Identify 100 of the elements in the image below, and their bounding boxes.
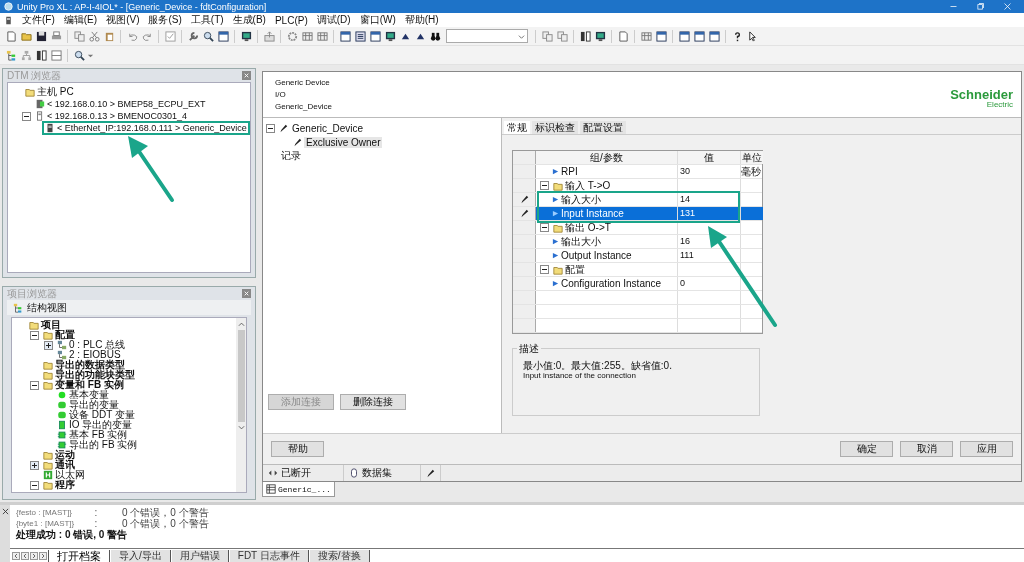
tree-item[interactable]: 项目: [41, 320, 61, 330]
value-cell[interactable]: 111: [678, 249, 741, 262]
tab[interactable]: 打开档案: [48, 549, 110, 562]
restore-icon[interactable]: [976, 2, 985, 11]
collapse-icon[interactable]: [540, 181, 549, 190]
nav-arrow-icon[interactable]: [21, 551, 29, 560]
rows-icon[interactable]: [50, 49, 62, 61]
dialog-button[interactable]: 确定: [840, 441, 893, 457]
table-row[interactable]: RPI 30 毫秒: [513, 165, 762, 179]
value-cell[interactable]: 131: [678, 207, 741, 220]
combo-field[interactable]: [446, 29, 528, 43]
tree-item[interactable]: 导出的 FB 实例: [69, 440, 138, 450]
monitor-icon[interactable]: [240, 30, 252, 42]
clipboard-icon[interactable]: [103, 30, 115, 42]
collapse-icon[interactable]: [540, 223, 549, 232]
table-row[interactable]: 输入 T->O: [513, 179, 762, 193]
tree-item[interactable]: 运动: [55, 450, 75, 460]
pointer-icon[interactable]: [746, 30, 758, 42]
collapse-icon[interactable]: [30, 380, 39, 390]
wrench-icon[interactable]: [187, 30, 199, 42]
tree-item[interactable]: 0 : PLC 总线: [69, 340, 126, 350]
close-icon[interactable]: [242, 71, 251, 80]
tree-item[interactable]: 设备 DDT 变量: [69, 410, 135, 420]
menu-item[interactable]: PLC(P): [274, 14, 308, 26]
window-icon[interactable]: [217, 30, 229, 42]
list-icon[interactable]: [354, 30, 366, 42]
search-icon[interactable]: [73, 49, 85, 61]
menu-item[interactable]: 工具(T): [190, 13, 224, 27]
copy-icon[interactable]: [73, 30, 85, 42]
save-icon[interactable]: [35, 30, 47, 42]
tab[interactable]: 用户错误: [171, 549, 229, 562]
tree-item[interactable]: < 192.168.0.10 > BMEP58_ECPU_EXT: [47, 99, 206, 109]
tab[interactable]: 导入/导出: [111, 549, 171, 562]
expand-icon[interactable]: [30, 460, 39, 470]
nav-arrow-icon[interactable]: [30, 551, 38, 560]
window-icon[interactable]: [693, 30, 705, 42]
window-icon[interactable]: [708, 30, 720, 42]
search-icon[interactable]: [202, 30, 214, 42]
menu-item[interactable]: 生成(B): [232, 13, 266, 27]
tree-icon[interactable]: [13, 302, 23, 313]
dialog-button[interactable]: 取消: [900, 441, 953, 457]
binoculars-icon[interactable]: [429, 30, 441, 42]
value-cell[interactable]: 30: [678, 165, 741, 178]
grid-icon[interactable]: [640, 30, 652, 42]
menu-item[interactable]: 帮助(H): [404, 13, 439, 27]
tree-item[interactable]: 主机 PC: [37, 85, 74, 99]
tree-item[interactable]: 基本变量: [69, 390, 109, 400]
tree-item[interactable]: < 192.168.0.13 > BMENOC0301_4: [47, 111, 188, 121]
collapse-icon[interactable]: [540, 265, 549, 274]
gear-icon[interactable]: [286, 30, 298, 42]
close-icon[interactable]: [242, 289, 251, 298]
table-row[interactable]: Output Instance 111: [513, 249, 762, 263]
menu-item[interactable]: 视图(V): [106, 13, 140, 27]
table-row[interactable]: Configuration Instance 0: [513, 277, 762, 291]
columns-icon[interactable]: [35, 49, 47, 61]
tab[interactable]: 标识检查: [532, 121, 578, 134]
nav-arrow-icon[interactable]: [39, 551, 47, 560]
collapse-icon[interactable]: [30, 330, 39, 340]
columns-icon[interactable]: [579, 30, 591, 42]
tree-item[interactable]: 以太网: [55, 470, 85, 480]
dialog-button[interactable]: 应用: [960, 441, 1013, 457]
tree-item[interactable]: Exclusive Owner: [304, 136, 383, 148]
tree-item[interactable]: 记录: [279, 149, 303, 163]
collapse-icon[interactable]: [22, 111, 31, 121]
tab[interactable]: 常规: [504, 121, 530, 134]
tree-item[interactable]: 基本 FB 实例: [69, 430, 128, 440]
copy-icon[interactable]: [541, 30, 553, 42]
menu-item[interactable]: 调试(D): [316, 13, 351, 27]
menu-item[interactable]: 编辑(E): [63, 13, 98, 27]
window-icon[interactable]: [369, 30, 381, 42]
value-cell[interactable]: 14: [678, 193, 741, 206]
tree-item[interactable]: 程序: [55, 480, 75, 490]
window-icon[interactable]: [678, 30, 690, 42]
tab[interactable]: FDT 日志事件: [229, 549, 309, 562]
close-icon[interactable]: [1, 508, 9, 515]
tab[interactable]: 搜索/替换: [309, 549, 370, 562]
tree-item[interactable]: 变量和 FB 实例: [55, 380, 124, 390]
tree-item[interactable]: 导出的变量: [69, 400, 119, 410]
tab[interactable]: 配置设置: [580, 121, 626, 134]
tree-item[interactable]: 通讯: [55, 460, 75, 470]
copy-icon[interactable]: [556, 30, 568, 42]
collapse-icon[interactable]: [30, 480, 39, 490]
printer-icon[interactable]: [50, 30, 62, 42]
tree-item[interactable]: < EtherNet_IP:192.168.0.111 > Generic_Device: [57, 123, 247, 133]
monitor-icon[interactable]: [384, 30, 396, 42]
document-icon[interactable]: [5, 30, 17, 42]
tree-item[interactable]: 导出的数据类型: [55, 360, 125, 370]
table-row[interactable]: 配置: [513, 263, 762, 277]
tree-item[interactable]: 配置: [55, 330, 75, 340]
help-button[interactable]: 帮助: [271, 441, 324, 457]
document-tab[interactable]: Generic_...: [262, 482, 335, 497]
scissors-icon[interactable]: [88, 30, 100, 42]
window-icon[interactable]: [655, 30, 667, 42]
window-icon[interactable]: [339, 30, 351, 42]
menu-item[interactable]: 文件(F): [22, 13, 55, 27]
document-icon[interactable]: [4, 14, 13, 26]
tree-item[interactable]: Generic_Device: [290, 122, 366, 134]
menu-item[interactable]: 窗口(W): [359, 13, 396, 27]
menu-item[interactable]: 服务(S): [148, 13, 182, 27]
value-cell[interactable]: 0: [678, 277, 741, 290]
